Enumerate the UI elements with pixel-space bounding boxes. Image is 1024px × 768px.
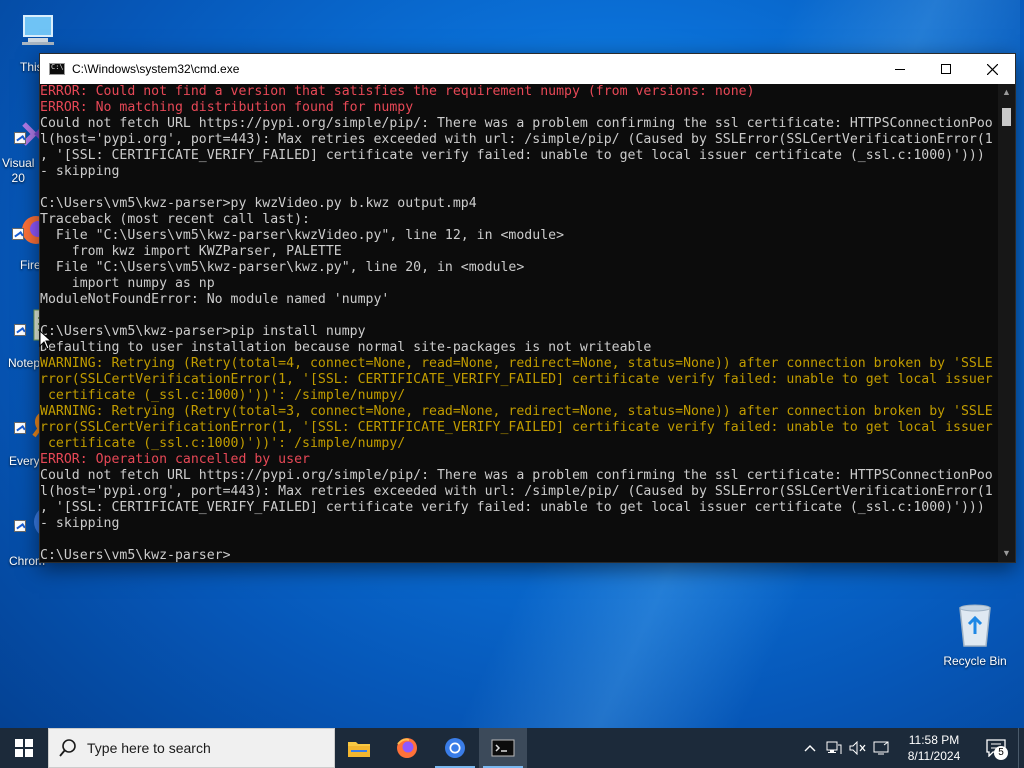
- search-placeholder: Type here to search: [87, 740, 211, 756]
- desktop-icon-label: Notep: [8, 356, 41, 370]
- shortcut-arrow-icon: [14, 324, 26, 336]
- taskbar-clock[interactable]: 11:58 PM 8/11/2024: [894, 732, 974, 764]
- mouse-cursor-icon: [39, 330, 53, 350]
- terminal-line: Could not fetch URL https://pypi.org/sim…: [40, 116, 993, 131]
- clock-time: 11:58 PM: [908, 733, 960, 747]
- chrome-icon: [445, 738, 465, 758]
- terminal-line: File "C:\Users\vm5\kwz-parser\kwzVideo.p…: [40, 228, 565, 243]
- show-desktop-button[interactable]: [1018, 728, 1024, 768]
- terminal-line: , '[SSL: CERTIFICATE_VERIFY_FAILED] cert…: [40, 148, 985, 163]
- scroll-up-icon[interactable]: ▲: [998, 84, 1015, 101]
- vertical-scrollbar[interactable]: ▲ ▼: [998, 84, 1015, 562]
- terminal-line: l(host='pypi.org', port=443): Max retrie…: [40, 484, 993, 499]
- terminal-line: C:\Users\vm5\kwz-parser>pip install nump…: [40, 324, 366, 339]
- terminal-line: WARNING: Retrying (Retry(total=4, connec…: [40, 356, 993, 371]
- terminal-line: ERROR: Could not find a version that sat…: [40, 84, 755, 99]
- file-explorer-icon: [348, 742, 370, 757]
- cmd-window[interactable]: C:\Windows\system32\cmd.exe ERROR: Could…: [39, 53, 1016, 563]
- terminal-line: rror(SSLCertVerificationError(1, '[SSL: …: [40, 420, 993, 435]
- taskbar-chrome[interactable]: [431, 728, 479, 768]
- minimize-button[interactable]: [877, 54, 923, 84]
- terminal-line: ERROR: Operation cancelled by user: [40, 452, 310, 467]
- terminal-output[interactable]: ERROR: Could not find a version that sat…: [40, 84, 999, 562]
- desktop-icon-label: Visual 20: [2, 156, 35, 185]
- terminal-line: Defaulting to user installation because …: [40, 340, 652, 355]
- shortcut-arrow-icon: [12, 228, 24, 240]
- shortcut-arrow-icon: [14, 422, 26, 434]
- minimize-icon: [895, 68, 905, 70]
- desktop-icon-recycle-bin[interactable]: Recycle Bin: [940, 602, 1010, 668]
- terminal-line: , '[SSL: CERTIFICATE_VERIFY_FAILED] cert…: [40, 500, 985, 515]
- terminal-line: File "C:\Users\vm5\kwz-parser\kwz.py", l…: [40, 260, 525, 275]
- window-titlebar[interactable]: C:\Windows\system32\cmd.exe: [40, 54, 1015, 84]
- shortcut-arrow-icon: [14, 132, 26, 144]
- taskbar: Type here to search 11:58 PM 8/11/2024 5: [0, 728, 1024, 768]
- taskbar-file-explorer[interactable]: [335, 728, 383, 768]
- terminal-line: ERROR: No matching distribution found fo…: [40, 100, 414, 115]
- firefox-icon: [397, 738, 417, 758]
- terminal-line: certificate (_ssl.c:1000)'))': /simple/n…: [40, 388, 406, 403]
- terminal-line: from kwz import KWZParser, PALETTE: [40, 244, 342, 259]
- scroll-down-icon[interactable]: ▼: [998, 545, 1015, 562]
- window-title: C:\Windows\system32\cmd.exe: [72, 62, 240, 76]
- shortcut-arrow-icon: [14, 520, 26, 532]
- system-tray: 11:58 PM 8/11/2024 5: [798, 728, 1024, 768]
- search-icon: [59, 739, 76, 757]
- scrollbar-thumb[interactable]: [1002, 108, 1011, 126]
- terminal-line: Traceback (most recent call last):: [40, 212, 310, 227]
- terminal-line: C:\Users\vm5\kwz-parser>: [40, 548, 231, 562]
- recycle-bin-icon: [959, 604, 991, 647]
- close-button[interactable]: [969, 54, 1015, 84]
- terminal-line: WARNING: Retrying (Retry(total=3, connec…: [40, 404, 993, 419]
- taskbar-firefox[interactable]: [383, 728, 431, 768]
- display-icon[interactable]: [870, 728, 894, 768]
- maximize-button[interactable]: [923, 54, 969, 84]
- close-icon: [986, 63, 998, 75]
- terminal-line: - skipping: [40, 516, 120, 531]
- terminal-line: import numpy as np: [40, 276, 215, 291]
- terminal-line: C:\Users\vm5\kwz-parser>py kwzVideo.py b…: [40, 196, 477, 211]
- network-icon[interactable]: [822, 728, 846, 768]
- taskbar-terminal[interactable]: [479, 728, 527, 768]
- terminal-line: Could not fetch URL https://pypi.org/sim…: [40, 468, 993, 483]
- show-hidden-icons-chevron-icon[interactable]: [798, 728, 822, 768]
- taskbar-search-box[interactable]: Type here to search: [48, 728, 335, 768]
- terminal-line: rror(SSLCertVerificationError(1, '[SSL: …: [40, 372, 993, 387]
- clock-date: 8/11/2024: [907, 749, 961, 763]
- terminal-line: ModuleNotFoundError: No module named 'nu…: [40, 292, 390, 307]
- cmd-app-icon[interactable]: [49, 63, 65, 75]
- desktop-icon-label: Fire: [20, 258, 41, 272]
- computer-icon: [22, 15, 54, 45]
- terminal-line: l(host='pypi.org', port=443): Max retrie…: [40, 132, 993, 147]
- action-center-button[interactable]: 5: [974, 728, 1018, 768]
- desktop-icon-label: Every: [9, 454, 40, 468]
- terminal-line: certificate (_ssl.c:1000)'))': /simple/n…: [40, 436, 406, 451]
- recycle-bin-label: Recycle Bin: [943, 654, 1007, 668]
- maximize-icon: [941, 64, 951, 74]
- windows-logo-icon: [15, 739, 33, 757]
- terminal-line: - skipping: [40, 164, 120, 179]
- start-button[interactable]: [0, 728, 48, 768]
- desktop-icon-this-pc[interactable]: This: [2, 10, 74, 74]
- volume-muted-icon[interactable]: [846, 728, 870, 768]
- notification-count-badge: 5: [994, 746, 1008, 760]
- terminal-icon: [491, 739, 515, 757]
